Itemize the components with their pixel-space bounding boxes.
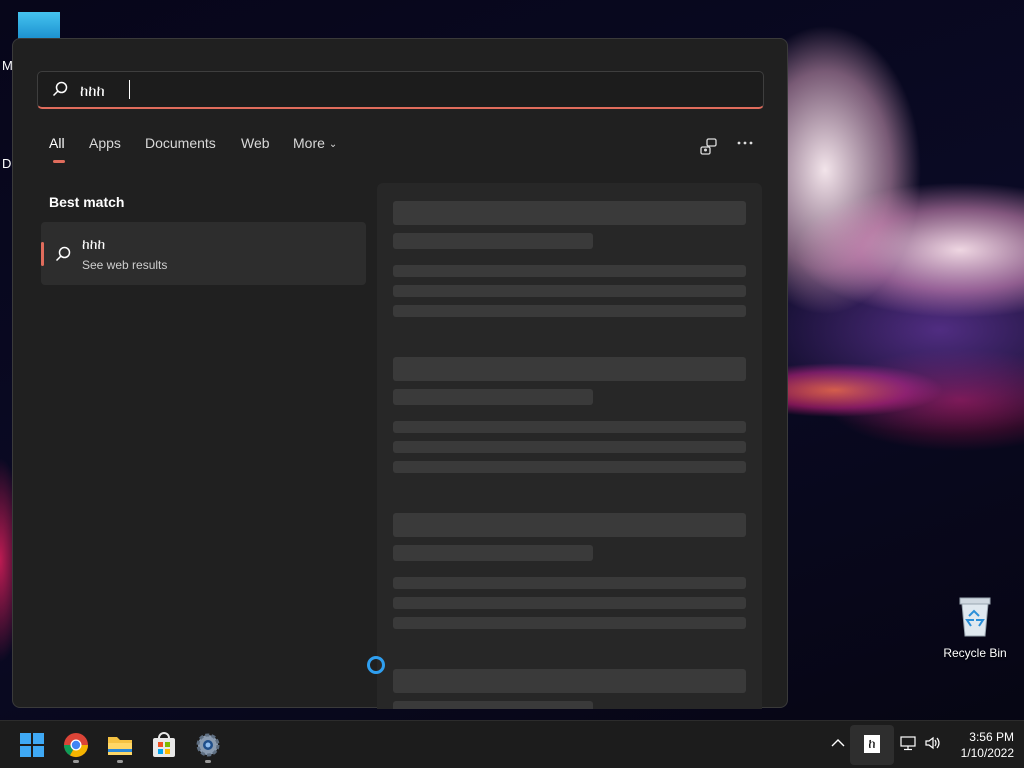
recycle-bin-icon <box>958 596 992 638</box>
skeleton-block <box>393 701 593 709</box>
chevron-down-icon: ⌄ <box>328 139 338 150</box>
skeleton-block <box>393 357 746 381</box>
clock-time: 3:56 PM <box>969 730 1014 744</box>
switch-account-icon[interactable] <box>697 135 721 159</box>
loading-spinner-icon <box>367 656 385 674</box>
skeleton-line <box>393 617 746 629</box>
file-explorer-icon[interactable] <box>104 729 136 761</box>
ime-label: ከ <box>864 735 880 753</box>
best-match-result[interactable]: ከከከ See web results <box>41 222 366 285</box>
skeleton-block <box>393 389 593 405</box>
chrome-icon[interactable] <box>60 729 92 761</box>
search-panel: All Apps Documents Web More⌄ Best match … <box>12 38 788 709</box>
skeleton-line <box>393 461 746 473</box>
skeleton-block <box>393 513 746 537</box>
search-input[interactable] <box>78 77 742 105</box>
skeleton-line <box>393 597 746 609</box>
best-match-heading: Best match <box>49 194 125 210</box>
recycle-bin-label: Recycle Bin <box>943 646 1007 660</box>
search-icon <box>55 246 71 267</box>
start-icon[interactable] <box>16 729 48 761</box>
chevron-up-icon[interactable] <box>830 735 846 756</box>
search-icon <box>52 81 68 102</box>
skeleton-block <box>393 545 593 561</box>
microsoft-store-icon[interactable] <box>148 729 180 761</box>
skeleton-line <box>393 285 746 297</box>
recycle-bin[interactable]: Recycle Bin <box>936 596 1014 660</box>
active-tab-indicator <box>53 160 65 163</box>
skeleton-line <box>393 441 746 453</box>
tab-documents[interactable]: Documents <box>145 135 216 151</box>
text-caret <box>129 80 130 99</box>
skeleton-block <box>393 669 746 693</box>
skeleton-block <box>393 201 746 225</box>
settings-icon[interactable] <box>192 729 224 761</box>
running-indicator <box>205 760 211 763</box>
skeleton-line <box>393 305 746 317</box>
result-title: ከከከ <box>82 236 106 252</box>
preview-pane-loading <box>377 183 762 709</box>
selection-accent <box>41 242 44 266</box>
taskbar: ከ 3:56 PM 1/10/2022 <box>0 720 1024 768</box>
input-method-indicator[interactable]: ከ <box>850 725 894 765</box>
taskbar-clock[interactable]: 3:56 PM 1/10/2022 <box>950 729 1014 761</box>
tab-all[interactable]: All <box>49 135 65 151</box>
skeleton-block <box>393 233 593 249</box>
volume-icon[interactable] <box>924 735 942 756</box>
skeleton-line <box>393 265 746 277</box>
tab-more[interactable]: More ⌄ <box>293 135 337 151</box>
desktop-icon-partial[interactable] <box>18 12 60 40</box>
clock-date: 1/10/2022 <box>960 746 1014 760</box>
tab-apps[interactable]: Apps <box>89 135 121 151</box>
running-indicator <box>73 760 79 763</box>
ellipsis-icon[interactable] <box>733 135 757 159</box>
tab-web[interactable]: Web <box>241 135 270 151</box>
search-box[interactable] <box>37 71 764 109</box>
network-icon[interactable] <box>900 735 918 756</box>
running-indicator <box>117 760 123 763</box>
tab-more-label: More <box>293 135 325 151</box>
skeleton-line <box>393 577 746 589</box>
result-subtitle: See web results <box>82 258 168 272</box>
skeleton-line <box>393 421 746 433</box>
